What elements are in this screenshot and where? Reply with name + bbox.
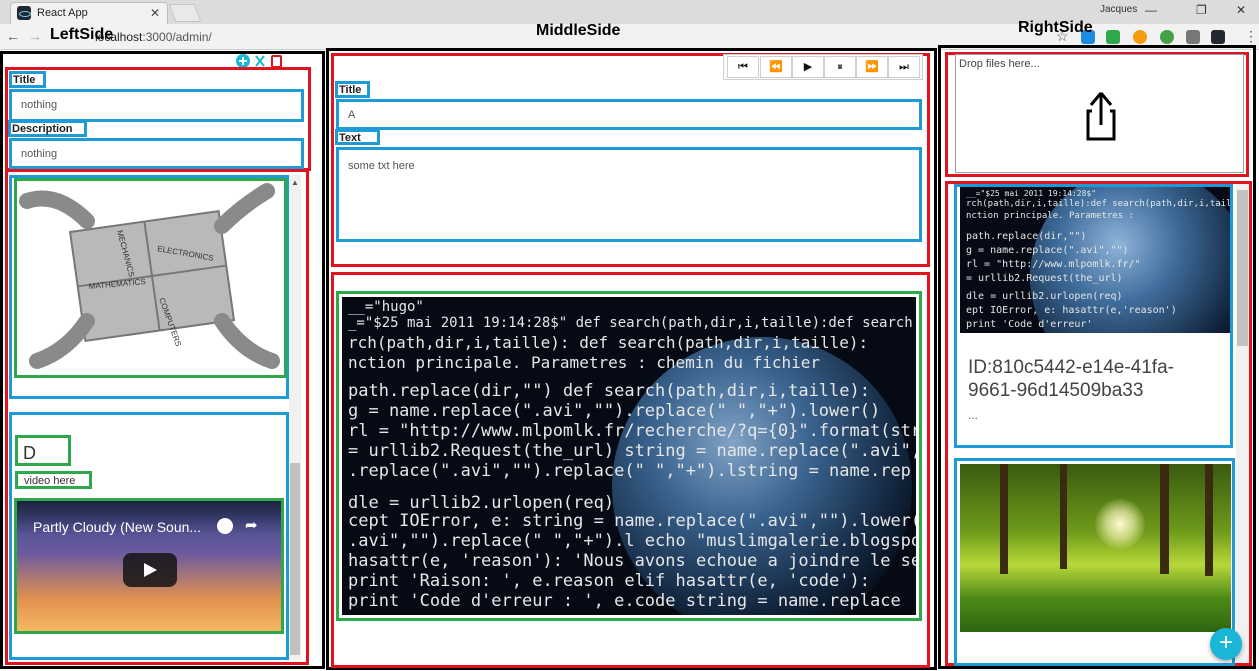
file-drop-zone[interactable]: Drop files here...	[955, 54, 1244, 173]
skip-back-button[interactable]: ⏮	[727, 56, 759, 78]
play-control-button[interactable]: ▶	[792, 56, 824, 78]
back-arrow-icon[interactable]: ←	[6, 28, 20, 44]
puzzle-image: MECHANICS ELECTRONICS MATHEMATICS COMPUT…	[17, 181, 284, 375]
add-fab-button[interactable]: +	[1210, 628, 1242, 660]
window-close-icon[interactable]: ✕	[1236, 3, 1246, 17]
play-icon	[144, 563, 157, 577]
play-button[interactable]	[123, 553, 177, 587]
code-earth-image: __="hugo" _="$25 mai 2011 19:14:28$" def…	[342, 297, 916, 615]
description-label: Description	[8, 120, 87, 137]
browser-tab[interactable]: React App ✕	[10, 2, 168, 24]
browser-menu-icon[interactable]: ⋮	[1244, 28, 1258, 45]
video-title: Partly Cloudy (New Soun...	[33, 519, 202, 535]
middle-title-input[interactable]: A	[336, 99, 922, 130]
extension-box-icon[interactable]	[1186, 30, 1200, 44]
drop-zone-text: Drop files here...	[959, 58, 1040, 70]
left-heading: LeftSide	[50, 26, 114, 43]
extension-power-icon[interactable]	[1160, 30, 1174, 44]
right-heading: RightSide	[1018, 19, 1093, 36]
left-list-scroll-thumb[interactable]	[290, 463, 300, 655]
rewind-button[interactable]: ⏪	[760, 56, 792, 78]
tab-title: React App	[37, 7, 88, 19]
share-icon[interactable]: ➦	[245, 516, 258, 534]
right-card-1-image: __="$25 mai 2011 19:14:28$" rch(path,dir…	[960, 187, 1230, 333]
video-player[interactable]: Partly Cloudy (New Soun... ➦	[17, 501, 281, 631]
maximize-icon[interactable]: ❐	[1196, 3, 1207, 17]
tab-close-icon[interactable]: ✕	[150, 6, 160, 20]
close-icon[interactable]	[255, 54, 267, 68]
forest-image	[960, 464, 1231, 632]
upload-icon	[1086, 92, 1116, 141]
fast-forward-button[interactable]: ⏩	[856, 56, 888, 78]
description-input[interactable]: nothing	[9, 138, 304, 169]
right-card-1-more: ...	[968, 408, 979, 422]
middle-text-label: Text	[335, 129, 380, 145]
add-icon[interactable]	[236, 54, 250, 68]
minimize-icon[interactable]: —	[1145, 3, 1157, 17]
card-letter: D	[15, 435, 71, 466]
delete-icon[interactable]	[271, 54, 283, 68]
video-label: video here	[15, 471, 92, 489]
watch-later-icon[interactable]	[217, 518, 233, 534]
pause-button[interactable]: ⏸	[824, 56, 856, 78]
title-input[interactable]: nothing	[9, 89, 304, 122]
scroll-up-icon[interactable]: ▲	[291, 178, 299, 187]
profile-name[interactable]: Jacques	[1100, 4, 1137, 15]
react-favicon-icon	[17, 6, 31, 20]
right-list-scroll-thumb[interactable]	[1237, 190, 1248, 346]
skip-forward-button[interactable]: ⏭	[888, 56, 920, 78]
extension-cast-icon[interactable]	[1106, 30, 1120, 44]
title-label: Title	[9, 71, 46, 88]
middle-title-label: Title	[335, 81, 370, 98]
middle-text-area[interactable]: some txt here	[336, 147, 922, 242]
right-card-1-id: ID:810c5442-e14e-41fa-9661-96d14509ba33	[968, 357, 1174, 401]
middle-heading: MiddleSide	[536, 22, 621, 39]
url-path: :3000/admin/	[142, 30, 212, 44]
extension-cookie-icon[interactable]	[1133, 30, 1147, 44]
react-devtools-icon[interactable]	[1211, 30, 1225, 44]
forward-arrow-icon[interactable]: →	[28, 28, 42, 44]
